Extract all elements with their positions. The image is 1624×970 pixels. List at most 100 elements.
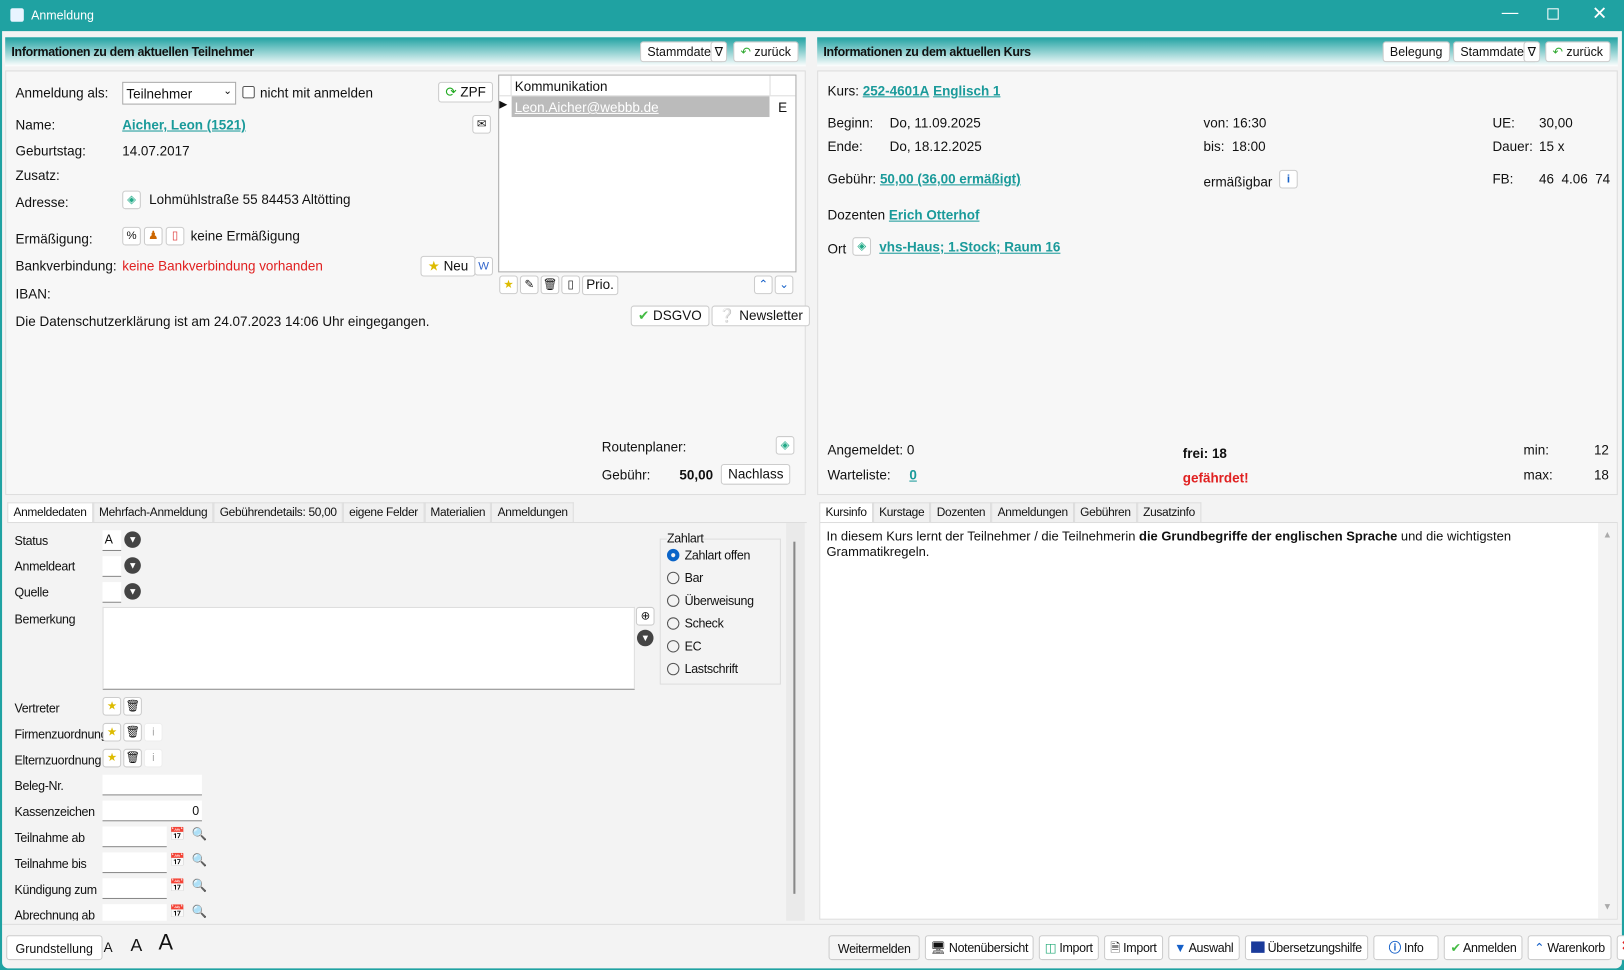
zahlart-option-ueberweisung[interactable]: Überweisung	[666, 593, 774, 616]
zurueck-button[interactable]: ↶ zurück	[733, 41, 799, 63]
add-icon[interactable]: ★	[102, 748, 122, 768]
zahlart-option-offen[interactable]: Zahlart offen	[666, 548, 774, 571]
map-icon[interactable]: ◈	[775, 436, 795, 455]
calendar-icon[interactable]: 📅	[170, 904, 185, 918]
newsletter-button[interactable]: ❔ Newsletter	[711, 305, 811, 327]
zahlart-option-lastschrift[interactable]: Lastschrift	[666, 662, 774, 685]
edit-icon[interactable]: ✎	[519, 275, 539, 295]
participant-name-link[interactable]: Aicher, Leon (1521)	[122, 117, 245, 133]
person-discount-icon[interactable]: ♟	[143, 226, 163, 246]
zahlart-option-ec[interactable]: EC	[666, 639, 774, 662]
grundstellung-button[interactable]: Grundstellung	[6, 935, 103, 961]
tab-anmeldedaten[interactable]: Anmeldedaten	[7, 502, 93, 522]
add-icon[interactable]: ★	[499, 275, 518, 295]
calendar-icon[interactable]: 📅	[170, 878, 185, 892]
calendar-icon[interactable]: 📅	[170, 852, 185, 866]
expand-icon[interactable]: ∇	[1523, 41, 1541, 63]
import-excel-button[interactable]: ◫ Import	[1038, 935, 1099, 961]
quelle-dropdown-icon[interactable]: ▼	[124, 583, 141, 600]
arrow-up-icon[interactable]: ⌃	[753, 275, 773, 295]
prio-button[interactable]: Prio.	[582, 275, 619, 296]
search-icon[interactable]: 🔍	[192, 826, 207, 840]
import-file-button[interactable]: 🗎 Import	[1104, 935, 1163, 961]
kurs-name-link[interactable]: Englisch 1	[933, 83, 1000, 99]
beleg-input[interactable]	[102, 774, 202, 796]
percent-icon[interactable]: %	[122, 226, 141, 246]
status-dropdown-icon[interactable]: ▼	[124, 531, 141, 548]
minimize-button[interactable]: —	[1502, 4, 1519, 23]
belegung-button[interactable]: Belegung	[1382, 41, 1450, 63]
font-medium-button[interactable]: A	[130, 935, 142, 956]
anmeldung-als-select[interactable]: Teilnehmer ⌄	[122, 81, 237, 105]
zpf-button[interactable]: ⟳ ZPF	[438, 81, 494, 103]
phone-icon[interactable]: ▯	[561, 275, 580, 295]
zoom-icon[interactable]: ⊕	[635, 606, 655, 626]
mail-icon[interactable]: ✉	[472, 114, 491, 134]
maximize-button[interactable]	[1547, 8, 1559, 20]
scrollbar[interactable]: ▲ ▼	[1598, 523, 1617, 919]
notenuebersicht-button[interactable]: 🖥 Notenübersicht	[925, 935, 1034, 961]
dsgvo-button[interactable]: ✔ DSGVO	[630, 305, 709, 327]
trash-icon[interactable]: 🗑	[123, 722, 142, 742]
quelle-input[interactable]	[102, 582, 122, 603]
tab-dozenten[interactable]: Dozenten	[930, 502, 992, 522]
weitermelden-button[interactable]: Weitermelden	[828, 935, 920, 961]
bemerkung-dropdown-icon[interactable]: ▼	[636, 629, 654, 647]
map-icon[interactable]: ◈	[852, 237, 872, 256]
eraser-icon[interactable]: ▯	[165, 226, 185, 246]
trash-icon[interactable]: 🗑	[123, 697, 142, 716]
info-icon[interactable]: i	[1279, 169, 1298, 189]
nachlass-button[interactable]: Nachlass	[720, 463, 791, 485]
arrow-down-icon[interactable]: ⌄	[774, 275, 794, 295]
anmeldeart-dropdown-icon[interactable]: ▼	[124, 557, 141, 574]
warteliste-link[interactable]: 0	[909, 467, 916, 483]
teilnahme-ab-input[interactable]	[102, 826, 167, 848]
uebersetzungshilfe-button[interactable]: Übersetzungshilfe	[1244, 935, 1369, 961]
bemerkung-textarea[interactable]	[102, 606, 635, 690]
status-input[interactable]: A	[102, 530, 122, 551]
scrollbar[interactable]	[786, 523, 805, 921]
kuendigung-input[interactable]	[102, 878, 167, 899]
font-large-button[interactable]: A	[158, 931, 173, 956]
tab-materialien[interactable]: Materialien	[424, 502, 492, 522]
teilnahme-bis-input[interactable]	[102, 852, 167, 874]
tab-gebuehren[interactable]: Gebühren	[1073, 502, 1137, 522]
map-icon[interactable]: ◈	[122, 190, 141, 210]
anmelden-button[interactable]: ✔ Anmelden	[1444, 935, 1523, 961]
cancel-button[interactable]: ✖	[1616, 935, 1624, 961]
nicht-mit-anmelden-checkbox[interactable]	[242, 85, 255, 99]
kommunikation-row[interactable]: ▶ Leon.Aicher@webbb.de E	[499, 96, 795, 118]
neu-button[interactable]: ★ Neu	[420, 255, 476, 277]
tab-mehrfach-anmeldung[interactable]: Mehrfach-Anmeldung	[92, 502, 214, 522]
kassenzeichen-input[interactable]: 0	[102, 800, 202, 822]
kurs-nr-link[interactable]: 252-4601A	[863, 83, 930, 99]
zahlart-option-scheck[interactable]: Scheck	[666, 616, 774, 639]
tab-kursinfo[interactable]: Kursinfo	[819, 502, 873, 522]
search-icon[interactable]: 🔍	[192, 904, 207, 918]
trash-icon[interactable]: 🗑	[540, 275, 560, 295]
expand-icon[interactable]: ∇	[710, 41, 728, 63]
anmeldeart-input[interactable]	[102, 556, 122, 577]
tab-anmeldungen[interactable]: Anmeldungen	[991, 502, 1074, 522]
trash-icon[interactable]: 🗑	[123, 748, 142, 768]
tab-kurstage[interactable]: Kurstage	[872, 502, 931, 522]
tab-zusatzinfo[interactable]: Zusatzinfo	[1136, 502, 1202, 522]
ort-link[interactable]: vhs-Haus; 1.Stock; Raum 16	[879, 239, 1060, 255]
info-button[interactable]: ⓘ Info	[1373, 935, 1440, 961]
calendar-icon[interactable]: 📅	[170, 826, 185, 840]
gebuehr-link[interactable]: 50,00 (36,00 ermäßigt)	[880, 171, 1021, 187]
close-button[interactable]: ✕	[1592, 3, 1608, 25]
email-link[interactable]: Leon.Aicher@webbb.de	[511, 96, 770, 118]
search-icon[interactable]: 🔍	[192, 878, 207, 892]
tab-eigene-felder[interactable]: eigene Felder	[342, 502, 425, 522]
tab-gebuehrendetails[interactable]: Gebührendetails: 50,00	[213, 502, 343, 522]
add-icon[interactable]: ★	[102, 722, 122, 742]
search-icon[interactable]: 🔍	[192, 852, 207, 866]
tab-anmeldungen[interactable]: Anmeldungen	[491, 502, 574, 522]
abrechnung-input[interactable]	[102, 904, 167, 921]
word-icon[interactable]: W	[474, 256, 493, 276]
warenkorb-button[interactable]: ⌃ Warenkorb	[1527, 935, 1612, 961]
auswahl-button[interactable]: ▼ Auswahl	[1167, 935, 1240, 961]
add-icon[interactable]: ★	[102, 697, 122, 716]
zahlart-option-bar[interactable]: Bar	[666, 571, 774, 594]
